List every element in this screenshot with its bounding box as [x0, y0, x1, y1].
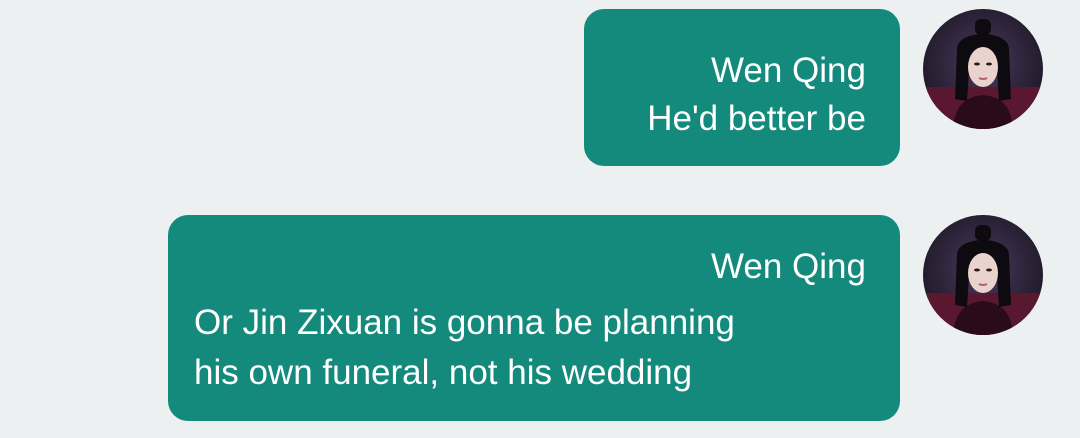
message-bubble[interactable]: Wen Qing Or Jin Zixuan is gonna be plann… [168, 215, 900, 421]
message-text: Or Jin Zixuan is gonna be planning his o… [194, 303, 735, 392]
woman-portrait-avatar-icon [923, 215, 1043, 335]
woman-portrait-avatar-icon [923, 9, 1043, 129]
message-row: Wen Qing Or Jin Zixuan is gonna be plann… [0, 200, 1080, 438]
message-row: Wen Qing He'd better be [0, 0, 1080, 200]
sender-avatar[interactable] [923, 215, 1043, 335]
message-sender: Wen Qing [711, 51, 866, 90]
message-text: He'd better be [647, 99, 866, 138]
sender-avatar[interactable] [923, 9, 1043, 129]
message-bubble[interactable]: Wen Qing He'd better be [584, 9, 900, 166]
message-sender: Wen Qing [711, 247, 866, 286]
